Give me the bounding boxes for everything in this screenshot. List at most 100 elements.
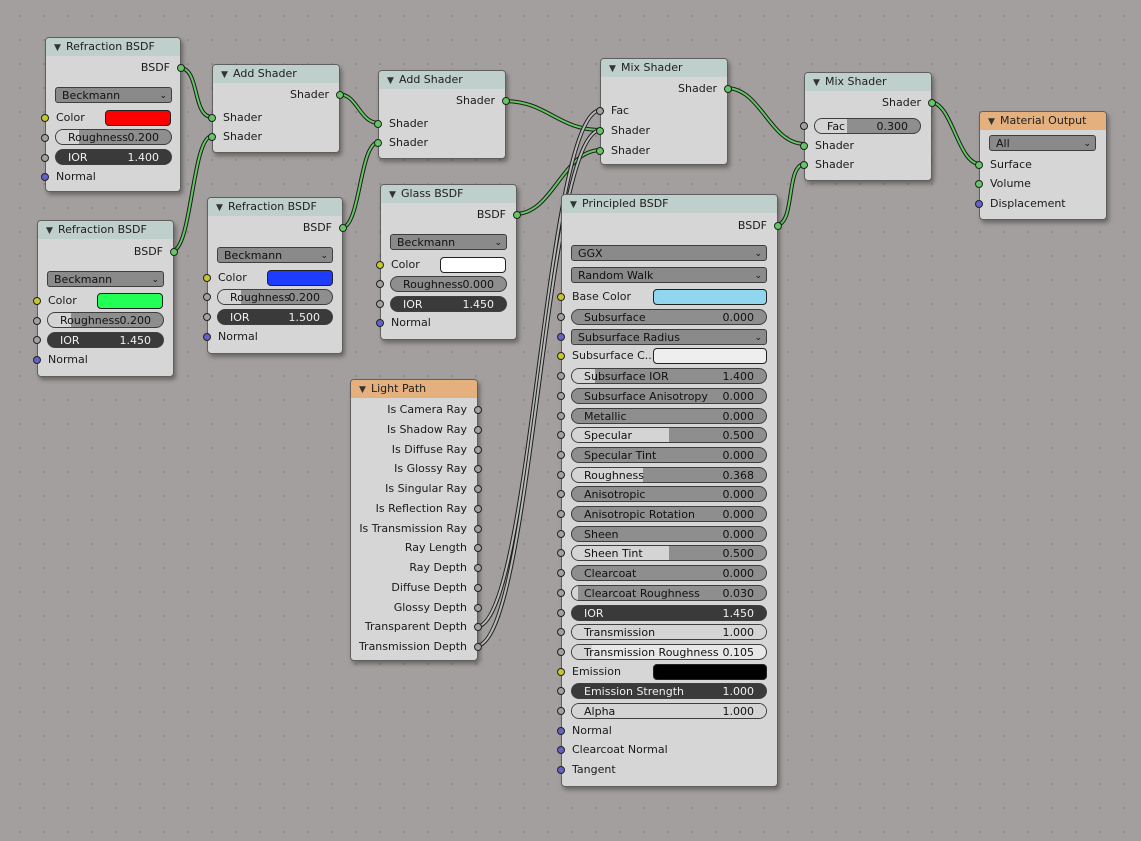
bsdf-output-socket[interactable] [774, 222, 782, 230]
light-path-output-socket[interactable] [474, 504, 482, 513]
fac-input-socket[interactable] [596, 107, 604, 115]
param-field[interactable]: Anisotropic 0.000 [571, 486, 767, 503]
shader-input-socket-1[interactable] [596, 127, 604, 135]
bsdf-output-socket[interactable] [513, 211, 521, 219]
light-path-output-socket[interactable] [474, 623, 482, 632]
subsurface-radius-dropdown[interactable]: Subsurface Radius ⌄ [571, 328, 767, 345]
collapse-chevron-icon[interactable]: ▼ [813, 74, 825, 91]
roughness-field[interactable]: Roughness 0.200 [55, 129, 172, 145]
param-11-input-socket[interactable] [557, 569, 565, 578]
collapse-chevron-icon[interactable]: ▼ [221, 66, 233, 83]
shader-input-socket-1[interactable] [208, 114, 216, 122]
link-refraction3-add2[interactable] [340, 141, 380, 229]
normal-input-socket[interactable] [33, 356, 41, 364]
param-3-input-socket[interactable] [557, 411, 565, 420]
shader-output-socket[interactable] [502, 97, 510, 105]
param-field[interactable]: Subsurface Anisotropy 0.000 [571, 387, 767, 404]
surface-input-socket[interactable] [975, 161, 983, 169]
fac-input-socket[interactable] [800, 122, 808, 130]
param-5-input-socket[interactable] [557, 450, 565, 459]
param-field[interactable]: Subsurface IOR 1.400 [571, 368, 767, 385]
shader-output-socket[interactable] [928, 99, 936, 107]
transmission-roughness-input-socket[interactable] [557, 647, 565, 656]
ior-field[interactable]: IOR 1.500 [217, 309, 333, 325]
subsurface-color-input-socket[interactable] [557, 352, 565, 361]
light-path-output-socket[interactable] [474, 544, 482, 553]
light-path-output-socket[interactable] [474, 485, 482, 493]
emission-swatch[interactable] [653, 663, 767, 680]
shader-output-socket[interactable] [336, 91, 344, 99]
shader-output-socket[interactable] [724, 85, 732, 93]
fac-field[interactable]: Fac 0.300 [814, 118, 921, 134]
emission-strength-input-socket[interactable] [557, 687, 565, 696]
param-9-input-socket[interactable] [557, 529, 565, 538]
param-7-input-socket[interactable] [557, 490, 565, 499]
distribution-dropdown[interactable]: Beckmann ⌄ [217, 247, 333, 263]
param-field[interactable]: Sheen 0.000 [571, 525, 767, 542]
link-refraction1-add1[interactable] [179, 67, 213, 118]
light-path-node[interactable]: ▼ Light Path Is Camera Ray Is Shadow Ray Is… [350, 379, 482, 661]
link-mix1-mix2[interactable] [725, 87, 806, 145]
color-input-socket[interactable] [41, 114, 49, 122]
link-mix2-output[interactable] [929, 101, 981, 165]
param-10-input-socket[interactable] [557, 549, 565, 558]
light-path-output-socket[interactable] [474, 445, 482, 454]
param-field[interactable]: Clearcoat 0.000 [571, 565, 767, 582]
color-input-socket[interactable] [33, 297, 41, 305]
ior-input-socket[interactable] [41, 154, 49, 162]
light-path-output-socket[interactable] [474, 465, 482, 474]
color-input-socket[interactable] [376, 261, 384, 269]
emission-strength-field[interactable]: Emission Strength 1.000 [571, 683, 767, 700]
base-color-swatch[interactable] [653, 289, 767, 305]
distribution-dropdown[interactable]: Beckmann ⌄ [55, 87, 172, 103]
emission-input-socket[interactable] [557, 667, 565, 676]
roughness-field[interactable]: Roughness 0.200 [47, 312, 164, 328]
param-field[interactable]: Specular Tint 0.000 [571, 446, 767, 463]
roughness-field[interactable]: Roughness 0.200 [217, 289, 333, 305]
color-swatch[interactable] [440, 257, 506, 273]
collapse-chevron-icon[interactable]: ▼ [359, 381, 371, 398]
node-header[interactable]: ▼ Refraction BSDF [38, 221, 173, 239]
shader-input-socket-2[interactable] [208, 133, 216, 141]
ior-field[interactable]: IOR 1.450 [571, 604, 767, 621]
node-header[interactable]: ▼ Glass BSDF [381, 185, 516, 203]
color-swatch[interactable] [97, 293, 163, 309]
light-path-output-socket[interactable] [474, 583, 482, 592]
add-shader-node-1[interactable]: ▼ Add Shader Shader Shader Shader [208, 64, 344, 153]
volume-input-socket[interactable] [975, 180, 983, 188]
node-header[interactable]: ▼ Material Output [980, 112, 1106, 130]
light-path-output-socket[interactable] [474, 425, 482, 434]
subsurface-color-swatch[interactable] [653, 348, 767, 365]
shader-input-socket-2[interactable] [800, 161, 808, 169]
color-swatch[interactable] [267, 270, 333, 286]
ior-input-socket[interactable] [203, 313, 211, 321]
distribution-dropdown[interactable]: Beckmann ⌄ [390, 234, 507, 250]
param-field[interactable]: Anisotropic Rotation 0.000 [571, 506, 767, 522]
normal-input-socket[interactable] [203, 333, 211, 341]
param-field[interactable]: Specular 0.500 [571, 427, 767, 444]
collapse-chevron-icon[interactable]: ▼ [570, 196, 582, 213]
link-principled-mix2[interactable] [775, 163, 806, 226]
distribution-dropdown[interactable]: GGX ⌄ [571, 245, 767, 261]
param-4-input-socket[interactable] [557, 431, 565, 440]
param-field[interactable]: Clearcoat Roughness 0.030 [571, 584, 767, 601]
collapse-chevron-icon[interactable]: ▼ [54, 39, 66, 56]
param-0-input-socket[interactable] [557, 313, 565, 321]
shader-input-socket-1[interactable] [374, 120, 382, 128]
roughness-input-socket[interactable] [203, 293, 211, 301]
collapse-chevron-icon[interactable]: ▼ [46, 222, 58, 239]
node-header[interactable]: ▼ Mix Shader [601, 59, 727, 77]
node-header[interactable]: ▼ Add Shader [213, 65, 339, 83]
light-path-output-socket[interactable] [474, 643, 482, 651]
param-field[interactable]: Metallic 0.000 [571, 407, 767, 424]
node-header[interactable]: ▼ Light Path [351, 380, 477, 398]
node-header[interactable]: ▼ Refraction BSDF [46, 38, 180, 56]
clearcoat-normal-input-socket[interactable] [557, 746, 565, 755]
normal-input-socket[interactable] [41, 173, 49, 181]
add-shader-node-2[interactable]: ▼ Add Shader Shader Shader Shader [374, 70, 510, 159]
base-color-input-socket[interactable] [557, 293, 565, 301]
ior-field[interactable]: IOR 1.400 [55, 149, 172, 165]
param-2-input-socket[interactable] [557, 391, 565, 400]
param-field[interactable]: Roughness 0.368 [571, 466, 767, 483]
light-path-output-socket[interactable] [474, 524, 482, 533]
